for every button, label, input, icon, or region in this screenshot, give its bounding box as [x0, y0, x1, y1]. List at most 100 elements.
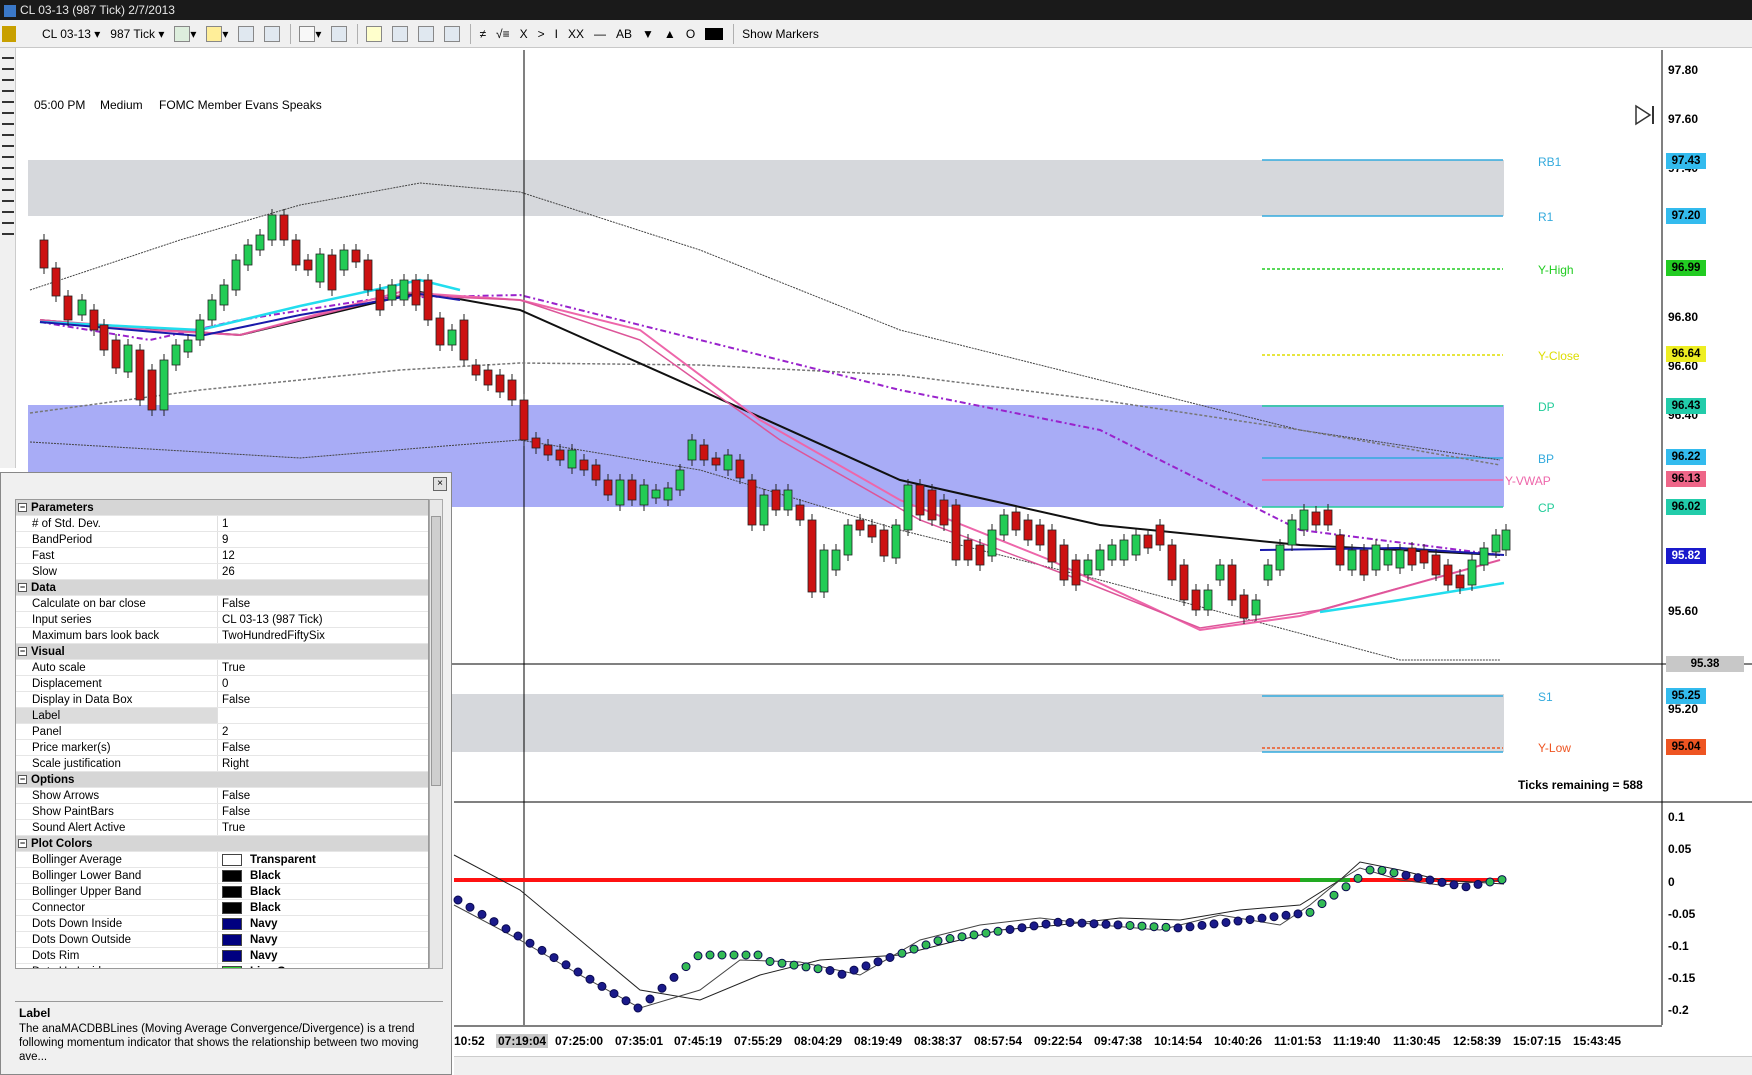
candle-body [351, 249, 361, 263]
zoom-in-icon[interactable] [234, 23, 258, 45]
tool-ab[interactable]: AB [612, 23, 636, 45]
collapse-icon[interactable]: − [18, 647, 27, 657]
tool-i[interactable]: I [551, 23, 562, 45]
property-row[interactable]: Dots Rim Navy [16, 948, 428, 964]
property-row[interactable]: Bollinger Upper Band Black [16, 884, 428, 900]
tool-dash[interactable]: — [590, 23, 610, 45]
property-value[interactable]: LimeGreen [218, 964, 428, 968]
property-value[interactable]: False [218, 804, 428, 819]
show-markers-button[interactable]: Show Markers [738, 23, 823, 45]
collapse-icon[interactable]: − [18, 503, 27, 513]
property-value[interactable] [218, 708, 428, 723]
property-row[interactable]: Bollinger Lower Band Black [16, 868, 428, 884]
indicators-icon[interactable] [388, 23, 412, 45]
property-row[interactable]: Slow 26 [16, 564, 428, 580]
tool-ne[interactable]: ≠ [475, 23, 490, 45]
candle-body [579, 459, 589, 471]
macd-dot-up [1485, 877, 1495, 887]
scrollbar-thumb[interactable] [431, 516, 441, 786]
property-row[interactable]: Fast 12 [16, 548, 428, 564]
period-selector[interactable]: 987 Tick ▾ [106, 23, 168, 45]
instrument-selector[interactable]: CL 03-13 ▾ [38, 23, 104, 45]
tool-down-arrow[interactable]: ▼ [638, 23, 658, 45]
property-row[interactable]: Scale justification Right [16, 756, 428, 772]
property-row[interactable]: Show PaintBars False [16, 804, 428, 820]
color-swatch-icon[interactable] [701, 23, 727, 45]
property-row[interactable]: Display in Data Box False [16, 692, 428, 708]
crosshair-icon[interactable]: ▾ [295, 23, 325, 45]
property-value[interactable]: False [218, 596, 428, 611]
tool-up-arrow[interactable]: ▲ [660, 23, 680, 45]
property-row[interactable]: # of Std. Dev. 1 [16, 516, 428, 532]
draw-pencil-icon[interactable]: ▾ [202, 23, 232, 45]
property-value[interactable]: Right [218, 756, 428, 771]
candle-body [735, 459, 745, 479]
property-value[interactable]: 1 [218, 516, 428, 531]
collapse-icon[interactable]: − [18, 775, 27, 785]
indicator-tick: 0 [1668, 875, 1675, 889]
templates-icon[interactable] [440, 23, 464, 45]
tool-sqrt[interactable]: √≡ [492, 23, 514, 45]
property-row[interactable]: Dots Up Inside LimeGreen [16, 964, 428, 968]
macd-dot-down [1209, 919, 1219, 929]
tool-o[interactable]: O [682, 23, 699, 45]
property-row[interactable]: Calculate on bar close False [16, 596, 428, 612]
property-value[interactable]: True [218, 820, 428, 835]
strategies-icon[interactable] [414, 23, 438, 45]
property-row[interactable]: Input series CL 03-13 (987 Tick) [16, 612, 428, 628]
property-value[interactable]: Black [218, 868, 428, 883]
property-value[interactable]: False [218, 740, 428, 755]
property-category[interactable]: − Options [16, 772, 428, 788]
property-row[interactable]: Sound Alert Active True [16, 820, 428, 836]
tool-gt[interactable]: > [534, 23, 549, 45]
bar-style-icon[interactable]: ▾ [170, 23, 200, 45]
property-grid-scrollbar[interactable] [429, 499, 443, 969]
property-row[interactable]: Maximum bars look back TwoHundredFiftySix [16, 628, 428, 644]
property-value[interactable]: Transparent [218, 852, 428, 867]
property-value[interactable]: 9 [218, 532, 428, 547]
candle-body [1047, 529, 1057, 563]
property-value[interactable]: 12 [218, 548, 428, 563]
category-label: − Options [16, 772, 428, 787]
property-category[interactable]: − Data [16, 580, 428, 596]
tool-x[interactable]: X [516, 23, 532, 45]
property-row[interactable]: Panel 2 [16, 724, 428, 740]
property-row[interactable]: Price marker(s) False [16, 740, 428, 756]
property-value[interactable]: Black [218, 900, 428, 915]
property-category[interactable]: − Visual [16, 644, 428, 660]
candle-body [255, 234, 265, 251]
property-category[interactable]: − Parameters [16, 500, 428, 516]
property-value[interactable]: False [218, 692, 428, 707]
properties-icon[interactable] [327, 23, 351, 45]
property-value[interactable]: Navy [218, 948, 428, 963]
property-row[interactable]: Show Arrows False [16, 788, 428, 804]
property-row[interactable]: Label [16, 708, 428, 724]
property-value[interactable]: True [218, 660, 428, 675]
property-value[interactable]: 0 [218, 676, 428, 691]
property-value[interactable]: Navy [218, 916, 428, 931]
candle-body [1119, 539, 1129, 561]
collapse-icon[interactable]: − [18, 839, 27, 849]
horizontal-scrollbar[interactable] [454, 1056, 1752, 1075]
property-row[interactable]: Dots Down Inside Navy [16, 916, 428, 932]
close-icon[interactable]: × [433, 477, 447, 491]
zoom-out-icon[interactable] [260, 23, 284, 45]
property-value[interactable]: TwoHundredFiftySix [218, 628, 428, 643]
property-value[interactable]: CL 03-13 (987 Tick) [218, 612, 428, 627]
property-value[interactable]: False [218, 788, 428, 803]
property-row[interactable]: Connector Black [16, 900, 428, 916]
data-box-icon[interactable] [362, 23, 386, 45]
property-row[interactable]: BandPeriod 9 [16, 532, 428, 548]
property-value[interactable]: 2 [218, 724, 428, 739]
property-row[interactable]: Displacement 0 [16, 676, 428, 692]
property-row[interactable]: Auto scale True [16, 660, 428, 676]
collapse-icon[interactable]: − [18, 583, 27, 593]
property-value[interactable]: 26 [218, 564, 428, 579]
property-category[interactable]: − Plot Colors [16, 836, 428, 852]
tool-xx[interactable]: XX [564, 23, 588, 45]
property-row[interactable]: Bollinger Average Transparent [16, 852, 428, 868]
property-row[interactable]: Dots Down Outside Navy [16, 932, 428, 948]
property-value[interactable]: Black [218, 884, 428, 899]
property-value[interactable]: Navy [218, 932, 428, 947]
level-cp: CP [1538, 501, 1555, 515]
